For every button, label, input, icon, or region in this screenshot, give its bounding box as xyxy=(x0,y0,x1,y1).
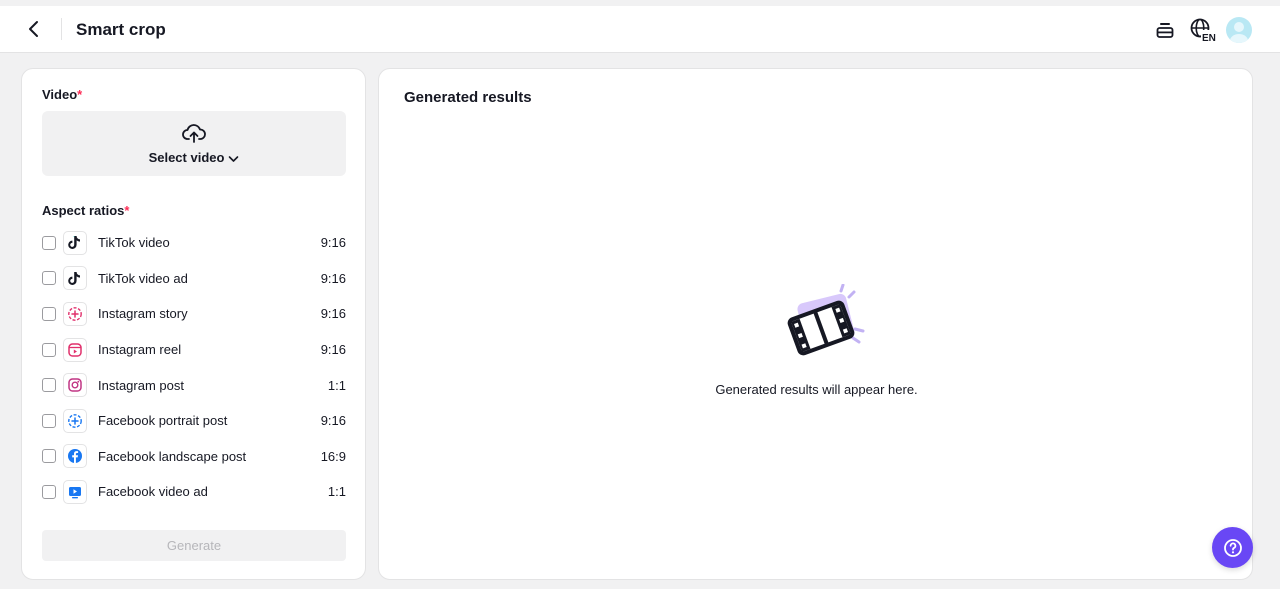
avatar[interactable] xyxy=(1226,17,1252,43)
ratio-checkbox[interactable] xyxy=(42,413,56,428)
ratio-name: Facebook portrait post xyxy=(98,413,228,429)
generate-button[interactable]: Generate xyxy=(42,530,346,561)
ratio-value: 9:16 xyxy=(320,306,346,322)
results-panel: Generated results Generated results will… xyxy=(378,68,1253,580)
cloud-upload-icon xyxy=(182,124,206,143)
facebook-icon xyxy=(63,444,87,469)
results-title: Generated results xyxy=(404,89,532,106)
ratio-checkbox[interactable] xyxy=(42,484,56,499)
queue-icon xyxy=(1156,23,1174,38)
ratio-name: Instagram story xyxy=(98,306,188,322)
instagram-story-icon xyxy=(63,301,87,326)
settings-panel: Video* Select video Aspect ratios* TikTo… xyxy=(21,68,366,580)
facebook-story-icon xyxy=(63,408,87,433)
app-header: Smart crop EN xyxy=(0,6,1280,53)
required-mark: * xyxy=(77,87,83,102)
ratio-name: TikTok video xyxy=(98,235,170,251)
page-title: Smart crop xyxy=(76,20,166,39)
select-video-label: Select video xyxy=(42,150,346,165)
back-arrow-icon xyxy=(29,21,38,37)
ratio-option-tiktok-video[interactable]: TikTok video 9:16 xyxy=(42,225,346,261)
ratio-checkbox[interactable] xyxy=(42,271,56,286)
ratio-name: Facebook video ad xyxy=(98,484,208,500)
ratio-value: 16:9 xyxy=(320,448,346,464)
aspect-ratio-list: TikTok video 9:16 TikTok video ad 9:16 I… xyxy=(42,225,346,510)
chevron-down-icon xyxy=(229,155,239,162)
ratio-checkbox[interactable] xyxy=(42,306,56,321)
ratio-option-facebook-landscape-post[interactable]: Facebook landscape post 16:9 xyxy=(42,439,346,475)
instagram-icon xyxy=(63,373,87,398)
facebook-video-icon xyxy=(63,479,87,504)
language-badge: EN xyxy=(1202,33,1216,43)
queue-button[interactable] xyxy=(1152,17,1178,43)
ratio-option-facebook-video-ad[interactable]: Facebook video ad 1:1 xyxy=(42,474,346,510)
help-button[interactable] xyxy=(1212,527,1253,568)
ratio-name: Facebook landscape post xyxy=(98,448,247,464)
globe-language-icon: EN xyxy=(1190,18,1218,43)
ratio-value: 9:16 xyxy=(320,342,346,358)
header-divider xyxy=(61,18,62,40)
question-mark-icon xyxy=(1223,538,1242,557)
ratio-value: 1:1 xyxy=(327,484,346,500)
ratio-option-instagram-post[interactable]: Instagram post 1:1 xyxy=(42,367,346,403)
ratio-value: 9:16 xyxy=(320,413,346,429)
tiktok-icon xyxy=(63,266,87,291)
empty-state-message: Generated results will appear here. xyxy=(715,382,918,397)
select-video-button[interactable]: Select video xyxy=(42,111,346,176)
avatar-icon xyxy=(1230,22,1248,43)
instagram-reel-icon xyxy=(63,337,87,362)
language-button[interactable]: EN xyxy=(1189,17,1219,43)
ratio-option-instagram-story[interactable]: Instagram story 9:16 xyxy=(42,296,346,332)
required-mark: * xyxy=(124,203,130,218)
ratio-name: TikTok video ad xyxy=(98,270,188,286)
ratio-option-instagram-reel[interactable]: Instagram reel 9:16 xyxy=(42,332,346,368)
back-button[interactable] xyxy=(22,16,46,42)
ratio-checkbox[interactable] xyxy=(42,235,56,250)
ratio-value: 9:16 xyxy=(320,235,346,251)
ratio-name: Instagram post xyxy=(98,377,184,393)
ratio-option-tiktok-video-ad[interactable]: TikTok video ad 9:16 xyxy=(42,261,346,297)
ratio-checkbox[interactable] xyxy=(42,378,56,393)
ratio-checkbox[interactable] xyxy=(42,449,56,464)
ratio-checkbox[interactable] xyxy=(42,342,56,357)
ratio-name: Instagram reel xyxy=(98,342,182,358)
aspect-ratios-label: Aspect ratios* xyxy=(42,203,130,218)
tiktok-icon xyxy=(63,230,87,255)
ratio-value: 1:1 xyxy=(327,377,346,393)
film-strip-icon xyxy=(787,284,865,356)
ratio-option-facebook-portrait-post[interactable]: Facebook portrait post 9:16 xyxy=(42,403,346,439)
ratio-value: 9:16 xyxy=(320,270,346,286)
video-label: Video* xyxy=(42,87,83,102)
